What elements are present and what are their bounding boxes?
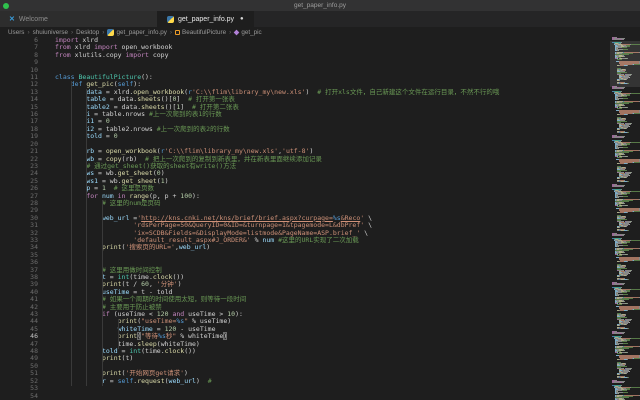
code-line[interactable]: 34 print('搜索页的URL=',web_url) xyxy=(0,243,610,251)
tab-bar: ✕ Welcome get_paper_info.py ● xyxy=(0,11,640,27)
chevron-right-icon: › xyxy=(27,28,30,36)
window-title: get_paper_info.py xyxy=(293,2,347,9)
breadcrumb-item-shuiuniverse[interactable]: shuiuniverse xyxy=(33,29,68,36)
code-line[interactable]: 19 told = 0 xyxy=(0,132,610,140)
code-line[interactable]: 9 xyxy=(0,58,610,66)
code-line[interactable]: 53 xyxy=(0,384,610,392)
chevron-right-icon: › xyxy=(102,28,105,36)
python-icon xyxy=(167,15,174,23)
code-editor[interactable]: 6 import xlrd 7 from xlrd import open_workb… xyxy=(0,37,610,400)
minimap[interactable] xyxy=(610,37,640,400)
breadcrumb: Users › shuiuniverse › Desktop › get_pap… xyxy=(0,27,640,37)
minimap-content xyxy=(612,37,640,400)
breadcrumb-item-file[interactable]: get_paper_info.py xyxy=(107,28,167,36)
indent-guide xyxy=(102,200,103,386)
tab-welcome[interactable]: ✕ Welcome xyxy=(0,11,158,27)
title-bar: get_paper_info.py xyxy=(0,0,640,11)
code-line[interactable]: 28 # 这里的num是页码 xyxy=(0,199,610,207)
code-line[interactable]: 54 xyxy=(0,391,610,400)
method-symbol-icon xyxy=(233,29,240,35)
code-line[interactable]: 8 from xlutils.copy import copy xyxy=(0,51,610,59)
breadcrumb-item-desktop[interactable]: Desktop xyxy=(76,29,99,36)
chevron-right-icon: › xyxy=(169,28,173,36)
indent-guide xyxy=(71,81,72,386)
chevron-right-icon: › xyxy=(229,28,232,36)
breadcrumb-item-method[interactable]: get_pic xyxy=(233,29,262,36)
tab-get-paper-info[interactable]: get_paper_info.py ● xyxy=(158,11,254,27)
tab-label: get_paper_info.py xyxy=(178,15,235,23)
tab-label: Welcome xyxy=(18,15,48,23)
chevron-right-icon: › xyxy=(70,28,74,36)
line-number: 54 xyxy=(30,391,38,400)
indent-guide xyxy=(118,319,119,349)
traffic-light-green[interactable] xyxy=(3,3,9,9)
vscode-icon: ✕ xyxy=(9,16,15,23)
python-icon xyxy=(107,28,115,36)
modified-dot-icon[interactable]: ● xyxy=(240,16,244,22)
code-line[interactable]: 52 r = self.request(web_url) # xyxy=(0,377,610,385)
vscode-window: get_paper_info.py ✕ Welcome get_paper_in… xyxy=(0,0,640,400)
code-lines: 6 import xlrd 7 from xlrd import open_workb… xyxy=(0,37,610,400)
class-symbol-icon xyxy=(175,29,181,35)
breadcrumb-item-users[interactable]: Users xyxy=(8,29,24,36)
indent-guide xyxy=(86,89,87,386)
breadcrumb-item-class[interactable]: BeautifulPicture xyxy=(175,29,226,36)
code-line[interactable]: 49 print(t) xyxy=(0,355,610,363)
code-line[interactable]: 35 xyxy=(0,251,610,259)
